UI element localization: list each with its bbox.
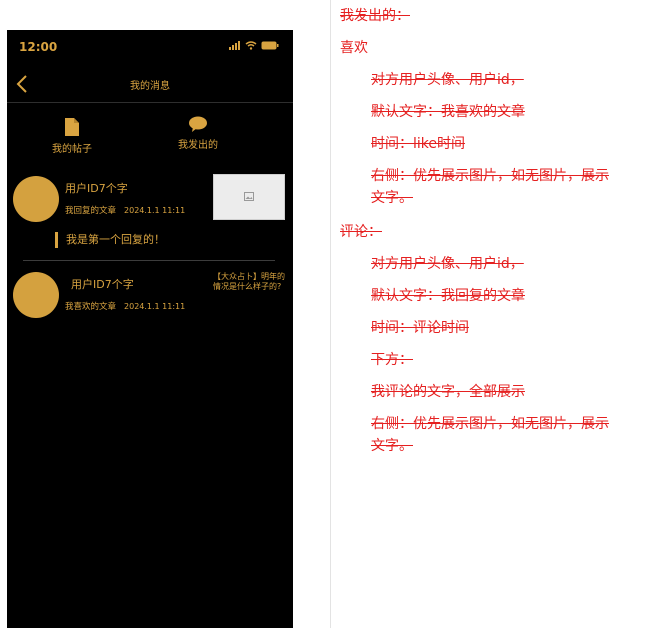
note-line: 右侧：优先展示图片，如无图片，展示 — [371, 416, 609, 432]
signal-icon — [229, 41, 240, 50]
message-divider — [23, 260, 275, 261]
note-line: 下方： — [371, 352, 413, 368]
message-item-reply[interactable]: 用户ID7个字 我回复的文章 2024.1.1 11:11 我是第一个回复的！ — [7, 174, 293, 254]
note-line: 时间：评论时间 — [371, 320, 469, 336]
note-line: 默认文字：我回复的文章 — [371, 288, 525, 304]
note-line: 我评论的文字，全部展示 — [371, 384, 525, 400]
article-title-text[interactable]: 【大众占卜】明年的情况是什么样子的? — [213, 272, 289, 292]
article-thumbnail[interactable] — [213, 174, 285, 220]
note-line: 喜欢 — [340, 40, 368, 56]
note-line: 对方用户头像、用户id， — [371, 72, 524, 88]
wifi-icon — [245, 41, 257, 50]
status-icons — [229, 41, 279, 50]
avatar — [13, 176, 59, 222]
tab-sent-label: 我发出的 — [178, 140, 218, 151]
battery-icon — [261, 41, 279, 50]
note-line: 我发出的： — [340, 8, 410, 24]
document-icon — [65, 118, 79, 136]
status-time: 12:00 — [19, 40, 58, 54]
page-title: 我的消息 — [130, 81, 170, 92]
nav-divider — [7, 102, 293, 103]
note-line: 文字。 — [371, 438, 413, 454]
note-line: 时间：like时间 — [371, 136, 466, 152]
note-line: 对方用户头像、用户id， — [371, 256, 524, 272]
tab-my-posts-label: 我的帖子 — [52, 144, 92, 155]
note-line: 评论： — [340, 224, 382, 240]
reply-text: 我是第一个回复的！ — [55, 232, 165, 248]
timestamp: 2024.1.1 11:11 — [124, 302, 186, 311]
chat-bubble-icon — [189, 116, 207, 132]
message-meta: 我回复的文章 2024.1.1 11:11 — [65, 204, 185, 216]
tab-my-posts[interactable]: 我的帖子 — [47, 118, 97, 155]
phone-screen: 12:00 我的消息 我的帖子 我发出的 用户ID7个字 我回复的文章 2024… — [7, 30, 293, 628]
timestamp: 2024.1.1 11:11 — [124, 206, 186, 215]
note-line: 文字。 — [371, 190, 413, 206]
action-text: 我回复的文章 — [65, 206, 117, 216]
tab-sent[interactable]: 我发出的 — [171, 116, 225, 151]
vertical-divider — [330, 0, 331, 628]
action-text: 我喜欢的文章 — [65, 302, 117, 312]
username: 用户ID7个字 — [65, 182, 128, 195]
avatar — [13, 272, 59, 318]
username: 用户ID7个字 — [71, 278, 134, 291]
note-line: 右侧：优先展示图片，如无图片，展示 — [371, 168, 609, 184]
message-item-like[interactable]: 用户ID7个字 我喜欢的文章 2024.1.1 11:11 【大众占卜】明年的情况… — [7, 272, 293, 322]
note-line: 默认文字：我喜欢的文章 — [371, 104, 525, 120]
status-bar: 12:00 — [7, 30, 293, 64]
message-meta: 我喜欢的文章 2024.1.1 11:11 — [65, 300, 185, 312]
image-placeholder-icon — [244, 192, 254, 201]
nav-bar: 我的消息 — [7, 70, 293, 100]
